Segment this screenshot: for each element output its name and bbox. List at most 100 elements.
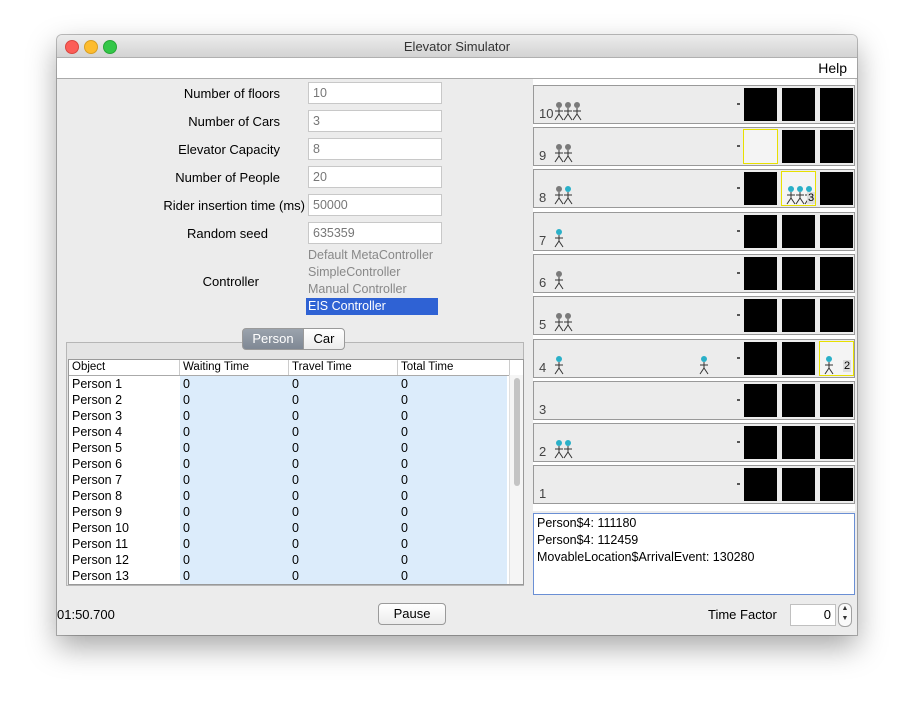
main-window: Elevator Simulator Help Number of floors… — [57, 35, 857, 635]
tab-car[interactable]: Car — [303, 328, 345, 350]
help-menu[interactable]: Help — [818, 60, 847, 76]
controller-option[interactable]: Manual Controller — [306, 281, 438, 298]
elevator-shaft-3 — [820, 426, 853, 459]
table-cell: 0 — [398, 376, 507, 392]
table-cell: Person 2 — [72, 393, 123, 407]
floor-8: 83 — [533, 169, 855, 208]
floors-field[interactable]: 10 — [308, 82, 442, 104]
elevator-shaft-1 — [744, 426, 777, 459]
elevator-shaft-1 — [744, 384, 777, 417]
seed-field[interactable]: 635359 — [308, 222, 442, 244]
column-header[interactable]: Total Time — [398, 360, 510, 375]
table-cell: 0 — [398, 568, 507, 584]
table-cell: Person 1 — [72, 377, 123, 391]
table-cell: 0 — [180, 376, 289, 392]
table-row[interactable]: Person 10 0 0 0 — [69, 520, 509, 536]
table-cell: 0 — [180, 456, 289, 472]
insertion-time-field[interactable]: 50000 — [308, 194, 442, 216]
table-scrollbar[interactable] — [509, 375, 523, 584]
column-header[interactable]: Waiting Time — [180, 360, 289, 375]
elevator-shaft-1 — [744, 172, 777, 205]
chevron-up-icon[interactable]: ▲ — [839, 604, 851, 614]
table-cell: Person 13 — [72, 569, 129, 583]
table-cell: 0 — [289, 552, 398, 568]
table-row[interactable]: Person 4000 — [69, 424, 509, 440]
table-row[interactable]: Person 5000 — [69, 440, 509, 456]
call-indicator — [737, 103, 740, 105]
time-factor-stepper[interactable]: ▲ ▼ — [838, 603, 852, 627]
rider-person-icon — [563, 439, 573, 459]
table-row[interactable]: Person 6000 — [69, 456, 509, 472]
pause-button[interactable]: Pause — [378, 603, 446, 625]
cars-field[interactable]: 3 — [308, 110, 442, 132]
column-header[interactable]: Travel Time — [289, 360, 398, 375]
menu-bar: Help — [57, 58, 857, 79]
column-header[interactable]: Object — [69, 360, 180, 375]
floor-number: 2 — [539, 444, 547, 459]
table-cell: 0 — [398, 472, 507, 488]
elevator-shaft-3 — [820, 257, 853, 290]
table-cell: 0 — [398, 424, 507, 440]
floors-label: Number of floors — [183, 86, 280, 101]
table-cell: Person 5 — [72, 441, 123, 455]
log-line: Person$4: 112459 — [537, 533, 639, 547]
table-cell: 0 — [289, 568, 398, 584]
table-cell: 0 — [398, 520, 507, 536]
controller-option[interactable]: SimpleController — [306, 264, 438, 281]
call-indicator — [737, 441, 740, 443]
table-row[interactable]: Person 12 0 0 0 — [69, 552, 509, 568]
table-row[interactable]: Person 3000 — [69, 408, 509, 424]
time-factor-field[interactable]: 0 — [790, 604, 836, 626]
car-load-badge: 3 — [807, 192, 815, 204]
table-cell: Person 12 — [72, 553, 129, 567]
car-load-badge: 2 — [843, 360, 851, 372]
table-row[interactable]: Person 11 0 0 0 — [69, 536, 509, 552]
sim-clock: 01:50.700 — [57, 607, 115, 622]
table-cell: 0 — [180, 504, 289, 520]
table-cell: 0 — [289, 472, 398, 488]
scrollbar-thumb[interactable] — [514, 378, 520, 486]
floor-number: 3 — [539, 402, 547, 417]
tab-person[interactable]: Person — [242, 328, 304, 350]
table-row[interactable]: Person 7000 — [69, 472, 509, 488]
table-row[interactable]: Person 1000 — [69, 376, 509, 392]
table-row[interactable]: Person 9000 — [69, 504, 509, 520]
table-cell: 0 — [289, 520, 398, 536]
table-cell: Person 11 — [72, 537, 129, 551]
floor-6: 6 — [533, 254, 855, 293]
table-cell: 0 — [398, 552, 507, 568]
insertion-time-label: Rider insertion time (ms) — [163, 198, 305, 213]
elevator-shaft-3 — [820, 468, 853, 501]
table-cell: 0 — [289, 408, 398, 424]
table-row[interactable]: Person 8000 — [69, 488, 509, 504]
elevator-shaft-1 — [744, 468, 777, 501]
capacity-field[interactable]: 8 — [308, 138, 442, 160]
elevator-shaft-3 — [820, 384, 853, 417]
controller-option[interactable]: Default MetaController — [306, 247, 438, 264]
waiting-person-icon — [554, 270, 564, 290]
elevator-shaft-1 — [744, 215, 777, 248]
floor-number: 4 — [539, 360, 547, 375]
table-cell: 0 — [180, 520, 289, 536]
floor-1: 1 — [533, 465, 855, 504]
chevron-down-icon[interactable]: ▼ — [839, 614, 851, 624]
cars-label: Number of Cars — [188, 114, 280, 129]
elevator-shaft-2 — [782, 88, 815, 121]
table-row[interactable]: Person 2000 — [69, 392, 509, 408]
call-indicator — [737, 145, 740, 147]
waiting-person-icon — [563, 143, 573, 163]
elevator-shaft-3 — [820, 172, 853, 205]
time-factor-label: Time Factor — [708, 607, 777, 622]
elevator-shaft-2 — [782, 468, 815, 501]
floor-number: 5 — [539, 317, 547, 332]
controller-option-selected[interactable]: EIS Controller — [306, 298, 438, 315]
elevator-car-1 — [743, 129, 778, 164]
elevator-shaft-2 — [782, 426, 815, 459]
people-field[interactable]: 20 — [308, 166, 442, 188]
table-cell: 0 — [180, 424, 289, 440]
table-cell: 0 — [180, 440, 289, 456]
table-cell: 0 — [180, 552, 289, 568]
table-header: Object Waiting Time Travel Time Total Ti… — [69, 360, 523, 376]
table-row[interactable]: Person 13 0 0 0 — [69, 568, 509, 584]
table-cell: 0 — [180, 568, 289, 584]
